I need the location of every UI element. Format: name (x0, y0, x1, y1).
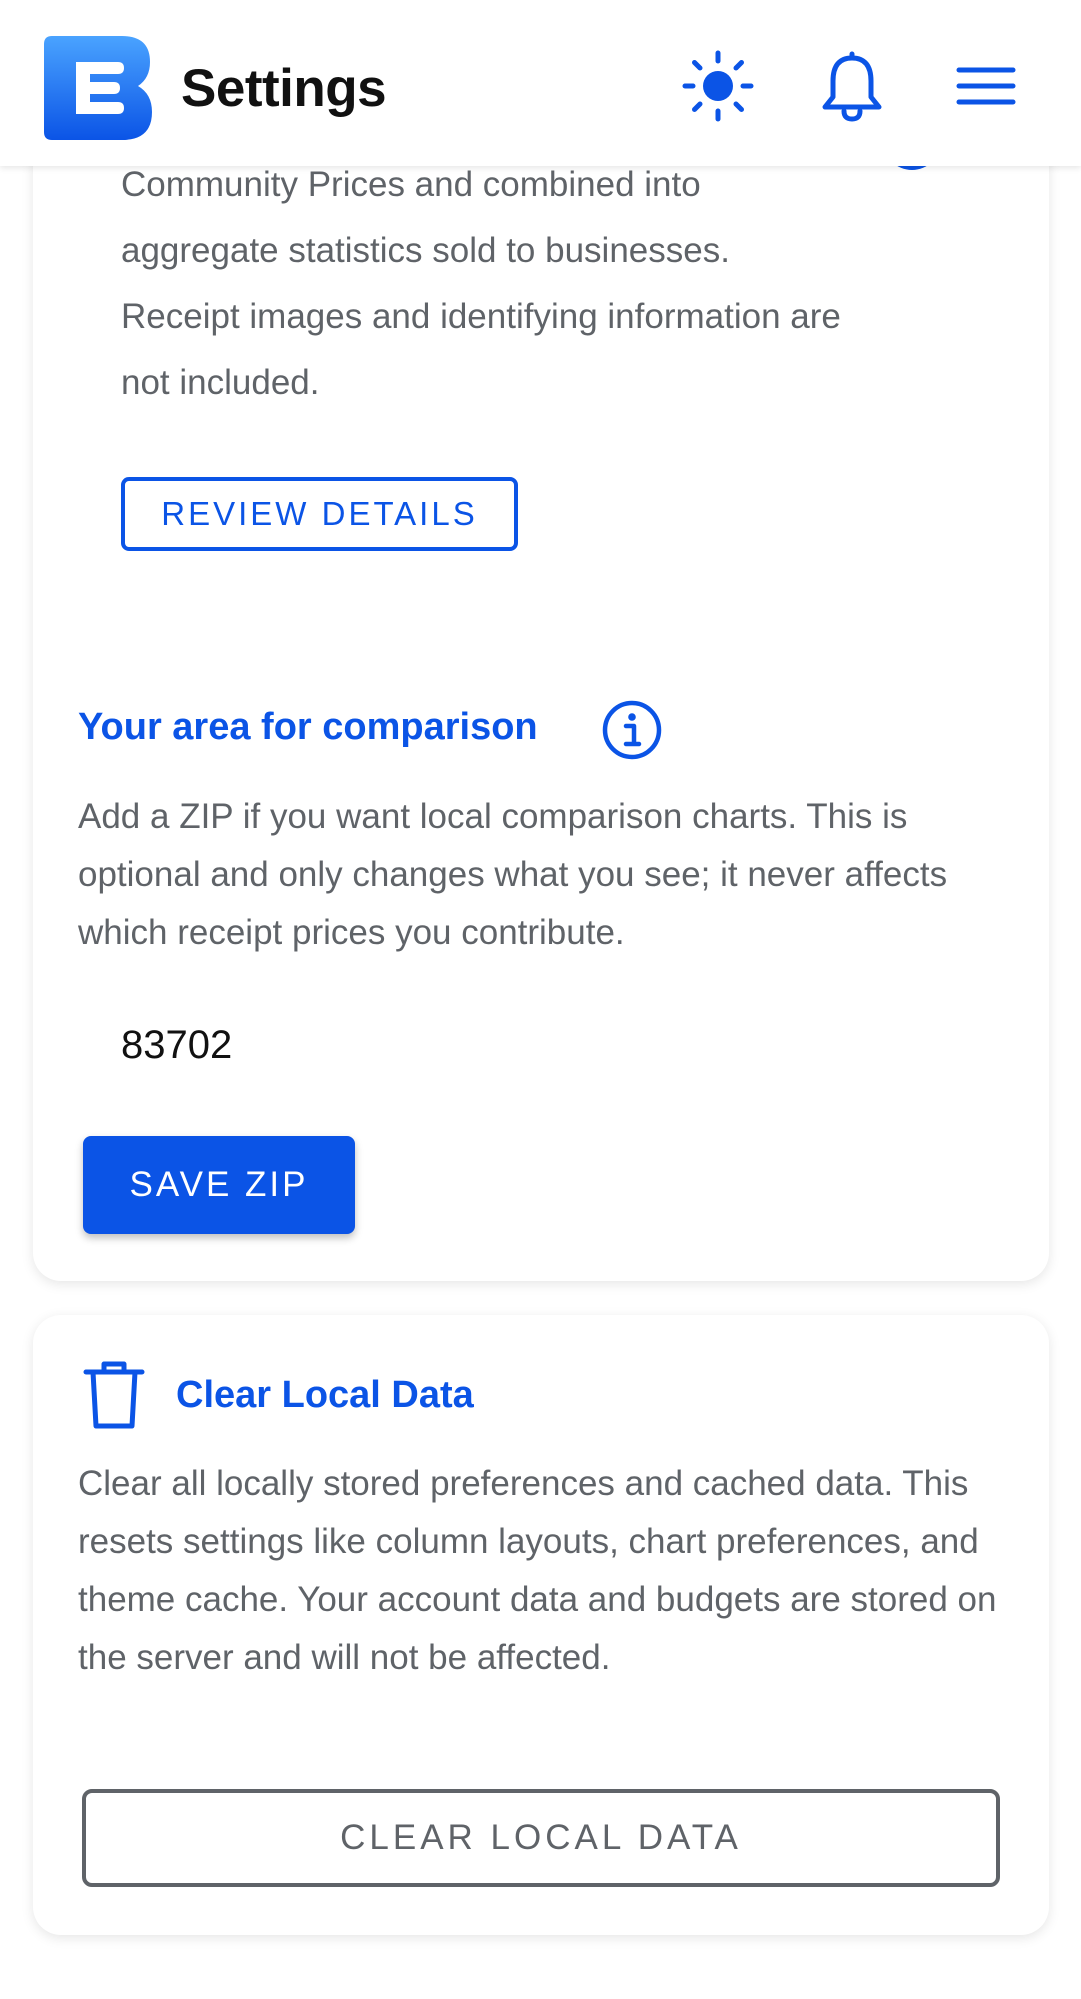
sharing-description: Community Prices and combined into aggre… (121, 165, 841, 402)
bell-icon (819, 49, 885, 128)
sun-icon (681, 49, 755, 128)
app-header: Settings (0, 0, 1081, 166)
clear-local-data-description: Clear all locally stored preferences and… (78, 1464, 997, 1677)
save-zip-button[interactable]: SAVE ZIP (83, 1136, 355, 1234)
clear-local-data-button[interactable]: CLEAR LOCAL DATA (82, 1789, 1000, 1887)
theme-toggle-button[interactable] (678, 48, 758, 128)
comparison-area-title: Your area for comparison (78, 706, 538, 748)
review-details-button[interactable]: REVIEW DETAILS (121, 477, 518, 551)
hamburger-menu-icon (955, 64, 1017, 113)
menu-button[interactable] (946, 48, 1026, 128)
zip-input[interactable] (110, 1010, 710, 1080)
settings-page: Community Prices and combined into aggre… (0, 0, 1081, 1999)
notifications-button[interactable] (812, 48, 892, 128)
clear-local-data-title: Clear Local Data (176, 1374, 474, 1416)
trash-icon (82, 1358, 146, 1432)
info-icon[interactable] (601, 699, 663, 761)
comparison-area-description: Add a ZIP if you want local comparison c… (78, 797, 948, 952)
app-logo-icon[interactable] (38, 34, 154, 143)
page-title: Settings (181, 59, 387, 118)
